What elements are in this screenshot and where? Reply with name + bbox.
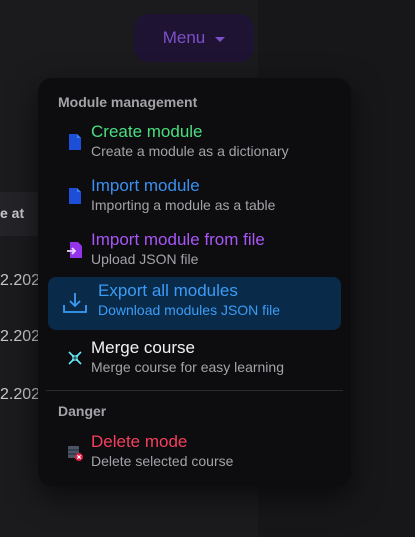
file-icon xyxy=(69,134,81,150)
menu-button-label: Menu xyxy=(162,28,206,47)
table-cell: 2.202 xyxy=(0,386,41,403)
table-cell: 2.202 xyxy=(0,328,41,345)
section-title-module-management: Module management xyxy=(58,94,198,110)
column-header: e at xyxy=(0,205,25,221)
file-icon xyxy=(69,188,81,204)
menu-item-title: Create module xyxy=(91,122,203,141)
menu-button[interactable]: Menu xyxy=(134,14,254,62)
download-icon xyxy=(63,293,87,313)
merge-icon xyxy=(68,351,82,365)
section-title-danger: Danger xyxy=(58,403,107,419)
menu-item-subtitle: Create a module as a dictionary xyxy=(91,143,289,159)
menu-item-create-module[interactable]: Create module Create a module as a dicti… xyxy=(48,118,341,168)
menu-item-subtitle: Importing a module as a table xyxy=(91,197,276,213)
file-import-icon xyxy=(67,242,82,258)
menu-item-merge-course[interactable]: Merge course Merge course for easy learn… xyxy=(48,334,341,384)
menu-item-title: Import module from file xyxy=(91,230,265,249)
dropdown-menu: Module management Create module Create a… xyxy=(38,78,351,486)
menu-item-title: Merge course xyxy=(91,338,195,357)
menu-item-subtitle: Download modules JSON file xyxy=(98,302,281,318)
table-cell: 2.202 xyxy=(0,272,41,289)
menu-item-subtitle: Upload JSON file xyxy=(91,251,199,267)
menu-item-export-all-modules[interactable]: Export all modules Download modules JSON… xyxy=(48,277,341,330)
menu-item-subtitle: Merge course for easy learning xyxy=(91,359,284,375)
menu-item-delete-mode[interactable]: Delete mode Delete selected course xyxy=(48,428,341,478)
menu-item-title: Import module xyxy=(91,176,200,195)
menu-item-title: Delete mode xyxy=(91,432,188,451)
menu-divider xyxy=(46,390,343,391)
menu-item-import-module-from-file[interactable]: Import module from file Upload JSON file xyxy=(48,226,341,276)
caret-down-icon xyxy=(215,36,226,42)
menu-item-import-module[interactable]: Import module Importing a module as a ta… xyxy=(48,172,341,222)
menu-item-subtitle: Delete selected course xyxy=(91,453,234,469)
delete-icon xyxy=(68,446,83,461)
menu-item-title: Export all modules xyxy=(98,281,238,300)
